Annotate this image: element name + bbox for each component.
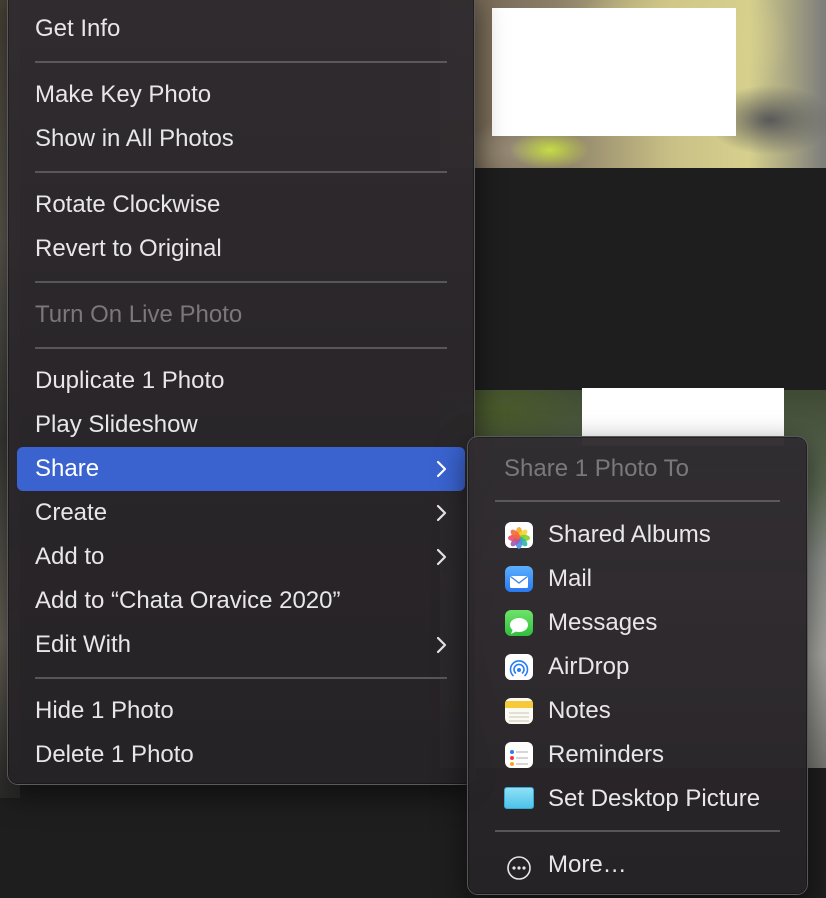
menu-item-get-info[interactable]: Get Info bbox=[17, 7, 465, 51]
menu-item-rotate-clockwise[interactable]: Rotate Clockwise bbox=[17, 183, 465, 227]
menu-item-revert-to-original[interactable]: Revert to Original bbox=[17, 227, 465, 271]
menu-item-turn-on-live-photo: Turn On Live Photo bbox=[17, 293, 465, 337]
menu-item-delete[interactable]: Delete 1 Photo bbox=[17, 733, 465, 777]
share-item-notes[interactable]: Notes bbox=[477, 689, 798, 733]
menu-item-label: Share bbox=[35, 455, 100, 482]
menu-item-edit-with[interactable]: Edit With bbox=[17, 623, 465, 667]
menu-item-label: Get Info bbox=[35, 15, 121, 42]
menu-item-label: Revert to Original bbox=[35, 235, 222, 262]
share-item-set-desktop-picture[interactable]: Set Desktop Picture bbox=[477, 777, 798, 821]
chevron-right-icon bbox=[431, 491, 453, 535]
menu-item-hide[interactable]: Hide 1 Photo bbox=[17, 689, 465, 733]
menu-item-label: Show in All Photos bbox=[35, 125, 234, 152]
airdrop-icon bbox=[505, 654, 533, 680]
menu-separator bbox=[495, 830, 780, 832]
share-item-label: AirDrop bbox=[548, 653, 630, 680]
menu-item-label: Delete 1 Photo bbox=[35, 741, 194, 768]
menu-item-make-key-photo[interactable]: Make Key Photo bbox=[17, 73, 465, 117]
menu-item-add-to-album[interactable]: Add to “Chata Oravice 2020” bbox=[17, 579, 465, 623]
share-submenu: Share 1 Photo To Shared Albums Mail Mess… bbox=[467, 436, 808, 895]
redaction-box bbox=[492, 8, 736, 136]
share-item-more[interactable]: More… bbox=[477, 843, 798, 887]
menu-separator bbox=[35, 61, 447, 63]
share-item-airdrop[interactable]: AirDrop bbox=[477, 645, 798, 689]
share-item-label: Notes bbox=[548, 697, 611, 724]
menu-separator bbox=[35, 677, 447, 679]
share-item-reminders[interactable]: Reminders bbox=[477, 733, 798, 777]
menu-separator bbox=[35, 281, 447, 283]
share-item-label: Reminders bbox=[548, 741, 665, 768]
menu-separator bbox=[35, 171, 447, 173]
chevron-right-icon bbox=[431, 535, 453, 579]
menu-item-label: Play Slideshow bbox=[35, 411, 198, 438]
share-item-label: Shared Albums bbox=[548, 521, 711, 548]
share-item-label: More… bbox=[548, 851, 627, 878]
context-menu: Get Info Make Key Photo Show in All Phot… bbox=[7, 0, 475, 785]
menu-item-label: Edit With bbox=[35, 631, 132, 658]
submenu-header-label: Share 1 Photo To bbox=[504, 455, 690, 482]
share-item-label: Messages bbox=[548, 609, 658, 636]
reminders-icon bbox=[505, 742, 533, 768]
chevron-right-icon bbox=[431, 623, 453, 667]
share-submenu-header: Share 1 Photo To bbox=[477, 447, 798, 491]
share-item-label: Mail bbox=[548, 565, 593, 592]
menu-item-duplicate[interactable]: Duplicate 1 Photo bbox=[17, 359, 465, 403]
menu-item-label: Turn On Live Photo bbox=[35, 301, 243, 328]
menu-item-show-in-all-photos[interactable]: Show in All Photos bbox=[17, 117, 465, 161]
chevron-right-icon bbox=[431, 447, 453, 491]
menu-item-create[interactable]: Create bbox=[17, 491, 465, 535]
notes-icon bbox=[505, 698, 533, 724]
menu-separator bbox=[35, 347, 447, 349]
messages-icon bbox=[505, 610, 533, 636]
desktop-picture-icon bbox=[504, 787, 534, 809]
menu-item-label: Hide 1 Photo bbox=[35, 697, 174, 724]
menu-separator bbox=[495, 500, 780, 502]
share-item-messages[interactable]: Messages bbox=[477, 601, 798, 645]
menu-item-label: Add to bbox=[35, 543, 105, 570]
menu-item-label: Create bbox=[35, 499, 108, 526]
menu-item-label: Add to “Chata Oravice 2020” bbox=[35, 587, 341, 614]
share-item-shared-albums[interactable]: Shared Albums bbox=[477, 513, 798, 557]
more-ellipsis-icon bbox=[505, 852, 533, 880]
photos-icon bbox=[505, 522, 533, 549]
menu-item-label: Make Key Photo bbox=[35, 81, 212, 108]
menu-item-play-slideshow[interactable]: Play Slideshow bbox=[17, 403, 465, 447]
share-item-mail[interactable]: Mail bbox=[477, 557, 798, 601]
mail-icon bbox=[505, 566, 533, 592]
menu-item-label: Duplicate 1 Photo bbox=[35, 367, 225, 394]
share-item-label: Set Desktop Picture bbox=[548, 785, 761, 812]
menu-item-label: Rotate Clockwise bbox=[35, 191, 221, 218]
menu-item-share[interactable]: Share bbox=[17, 447, 465, 491]
menu-item-add-to[interactable]: Add to bbox=[17, 535, 465, 579]
